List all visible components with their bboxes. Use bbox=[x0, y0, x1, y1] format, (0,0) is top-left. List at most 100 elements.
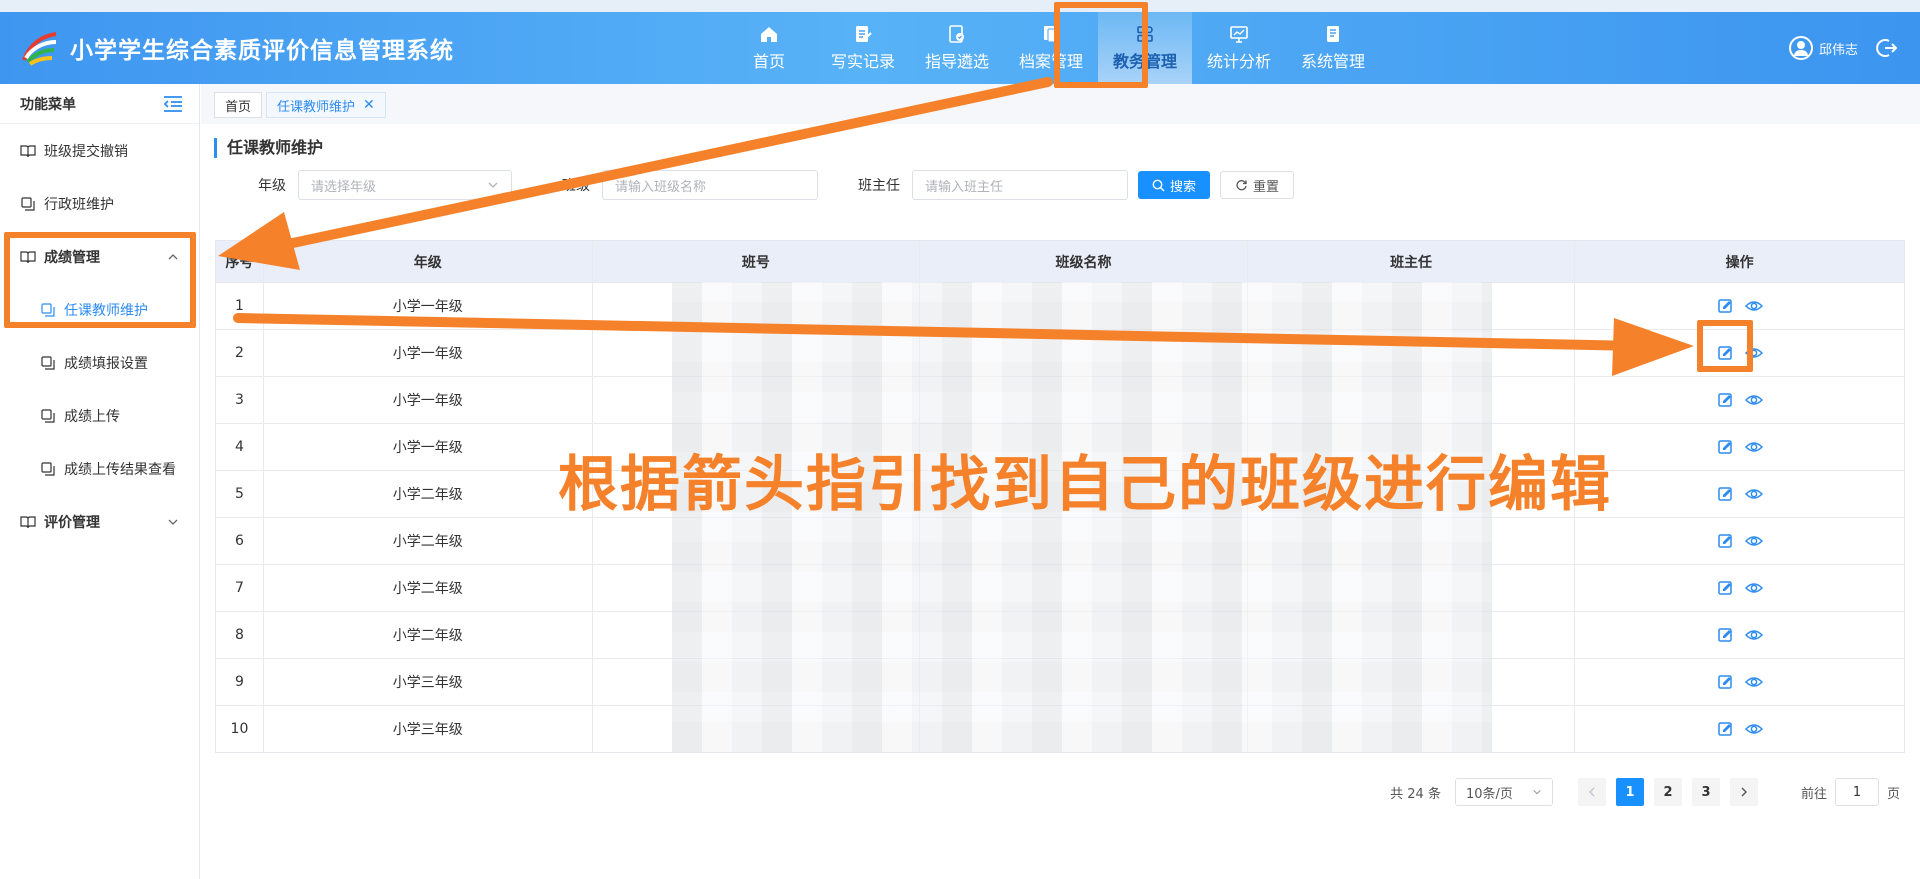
next-page-button[interactable] bbox=[1729, 778, 1758, 806]
tab-strip: 首页 任课教师维护 ✕ bbox=[214, 92, 390, 118]
goto-suffix: 页 bbox=[1886, 786, 1900, 802]
row-number: 7 bbox=[216, 565, 264, 611]
edit-icon[interactable] bbox=[1717, 626, 1735, 644]
nav-records[interactable]: 写实记录 bbox=[816, 12, 910, 84]
page-size-select[interactable]: 10条/页 bbox=[1454, 778, 1553, 806]
nav-label: 写实记录 bbox=[830, 52, 895, 71]
view-eye-icon[interactable] bbox=[1744, 720, 1763, 738]
sidebar: 功能菜单 班级提交撤销 行政班维护 成绩管理 任课教师维护 成绩填报设置 成绩上… bbox=[0, 84, 200, 879]
edit-icon[interactable] bbox=[1717, 673, 1735, 691]
nav-system[interactable]: 系统管理 bbox=[1286, 12, 1380, 84]
highlight-box-nav bbox=[1054, 2, 1148, 88]
tab-label: 首页 bbox=[225, 99, 252, 115]
row-number: 9 bbox=[216, 659, 264, 705]
home-icon bbox=[761, 27, 777, 42]
sidebar-item-class-submit-revoke[interactable]: 班级提交撤销 bbox=[0, 124, 199, 177]
row-grade: 小学二年级 bbox=[264, 518, 593, 564]
row-number: 5 bbox=[216, 471, 264, 517]
copy-icon bbox=[41, 355, 55, 370]
page-button-3[interactable]: 3 bbox=[1691, 778, 1720, 806]
row-grade: 小学一年级 bbox=[264, 377, 593, 423]
total-count: 共 24 条 bbox=[1390, 786, 1441, 802]
sidebar-item-admin-class[interactable]: 行政班维护 bbox=[0, 177, 199, 230]
sidebar-item-label: 行政班维护 bbox=[44, 196, 114, 213]
column-header: 班级名称 bbox=[920, 241, 1248, 282]
pagination: 共 24 条 10条/页 1 2 3 前往 1 页 bbox=[1390, 778, 1900, 806]
view-eye-icon[interactable] bbox=[1744, 532, 1763, 550]
collapse-menu-icon[interactable] bbox=[163, 95, 183, 113]
view-eye-icon[interactable] bbox=[1744, 626, 1763, 644]
brand: 小学学生综合素质评价信息管理系统 bbox=[20, 30, 454, 66]
tab-teacher-maintain[interactable]: 任课教师维护 ✕ bbox=[266, 92, 386, 118]
nav-home[interactable]: 首页 bbox=[722, 12, 816, 84]
tab-home[interactable]: 首页 bbox=[214, 92, 263, 118]
nav-label: 统计分析 bbox=[1206, 52, 1271, 71]
edit-icon[interactable] bbox=[1717, 438, 1735, 456]
row-grade: 小学一年级 bbox=[264, 283, 593, 329]
search-button[interactable]: 搜索 bbox=[1138, 171, 1211, 199]
user-avatar-icon[interactable] bbox=[1788, 36, 1813, 60]
view-eye-icon[interactable] bbox=[1744, 673, 1763, 691]
top-strip bbox=[0, 0, 1920, 12]
grade-select[interactable]: 请选择年级 bbox=[298, 170, 512, 200]
user-area: 邱伟志 bbox=[1788, 36, 1898, 60]
search-button-label: 搜索 bbox=[1170, 179, 1197, 195]
goto-page-input[interactable]: 1 bbox=[1834, 778, 1879, 806]
app-root: 小学学生综合素质评价信息管理系统 首页 写实记录 指导遴选 档案管理 教务管理 bbox=[0, 0, 1920, 879]
search-icon bbox=[1152, 179, 1165, 191]
head-teacher-placeholder: 请输入班主任 bbox=[925, 179, 1004, 195]
copy-icon bbox=[41, 408, 55, 423]
class-name-input[interactable]: 请输入班级名称 bbox=[602, 170, 818, 200]
edit-icon[interactable] bbox=[1717, 532, 1735, 550]
sidebar-item-upload-results[interactable]: 成绩上传结果查看 bbox=[0, 442, 199, 495]
class-filter-label: 班级 bbox=[562, 178, 590, 194]
nav-stats[interactable]: 统计分析 bbox=[1192, 12, 1286, 84]
nav-label: 首页 bbox=[752, 52, 785, 71]
view-eye-icon[interactable] bbox=[1744, 438, 1763, 456]
view-eye-icon[interactable] bbox=[1744, 485, 1763, 503]
header: 小学学生综合素质评价信息管理系统 首页 写实记录 指导遴选 档案管理 教务管理 bbox=[0, 12, 1920, 84]
edit-icon[interactable] bbox=[1717, 391, 1735, 409]
nav-guide[interactable]: 指导遴选 bbox=[910, 12, 1004, 84]
sidebar-item-label: 评价管理 bbox=[44, 514, 100, 531]
reset-button[interactable]: 重置 bbox=[1220, 171, 1295, 199]
nav-label: 指导遴选 bbox=[924, 52, 989, 71]
highlight-box-edit bbox=[1697, 320, 1753, 372]
page-button-1[interactable]: 1 bbox=[1615, 778, 1644, 806]
chevron-down-icon bbox=[168, 519, 178, 525]
page-button-2[interactable]: 2 bbox=[1653, 778, 1682, 806]
nav-label: 系统管理 bbox=[1300, 52, 1365, 71]
refresh-icon bbox=[1236, 179, 1247, 190]
edit-icon[interactable] bbox=[1717, 579, 1735, 597]
close-icon[interactable]: ✕ bbox=[363, 97, 375, 113]
row-actions bbox=[1575, 612, 1904, 658]
column-header: 序号 bbox=[216, 241, 264, 282]
edit-icon[interactable] bbox=[1717, 485, 1735, 503]
view-eye-icon[interactable] bbox=[1744, 391, 1763, 409]
annotation-text: 根据箭头指引找到自己的班级进行编辑 bbox=[558, 450, 1612, 520]
head-teacher-input[interactable]: 请输入班主任 bbox=[912, 170, 1128, 200]
grade-select-placeholder: 请选择年级 bbox=[311, 179, 377, 195]
logout-icon[interactable] bbox=[1876, 37, 1898, 59]
view-eye-icon[interactable] bbox=[1744, 297, 1763, 315]
row-grade: 小学二年级 bbox=[264, 612, 593, 658]
row-actions bbox=[1575, 424, 1904, 470]
user-name[interactable]: 邱伟志 bbox=[1819, 39, 1858, 58]
sidebar-item-label: 成绩上传结果查看 bbox=[64, 461, 176, 478]
edit-icon[interactable] bbox=[1717, 720, 1735, 738]
prev-page-button[interactable] bbox=[1577, 778, 1606, 806]
row-grade: 小学二年级 bbox=[264, 565, 593, 611]
row-number: 10 bbox=[216, 706, 264, 752]
guide-icon bbox=[949, 25, 964, 43]
sidebar-item-grade-upload[interactable]: 成绩上传 bbox=[0, 389, 199, 442]
app-title: 小学学生综合素质评价信息管理系统 bbox=[70, 38, 454, 64]
row-actions bbox=[1575, 518, 1904, 564]
copy-icon bbox=[21, 196, 35, 211]
view-eye-icon[interactable] bbox=[1744, 579, 1763, 597]
sidebar-item-grade-entry-settings[interactable]: 成绩填报设置 bbox=[0, 336, 199, 389]
edit-icon[interactable] bbox=[1717, 297, 1735, 315]
sidebar-group-evaluation[interactable]: 评价管理 bbox=[0, 495, 199, 548]
row-number: 2 bbox=[216, 330, 264, 376]
copy-icon bbox=[41, 461, 55, 476]
goto-prefix: 前往 bbox=[1800, 786, 1827, 802]
